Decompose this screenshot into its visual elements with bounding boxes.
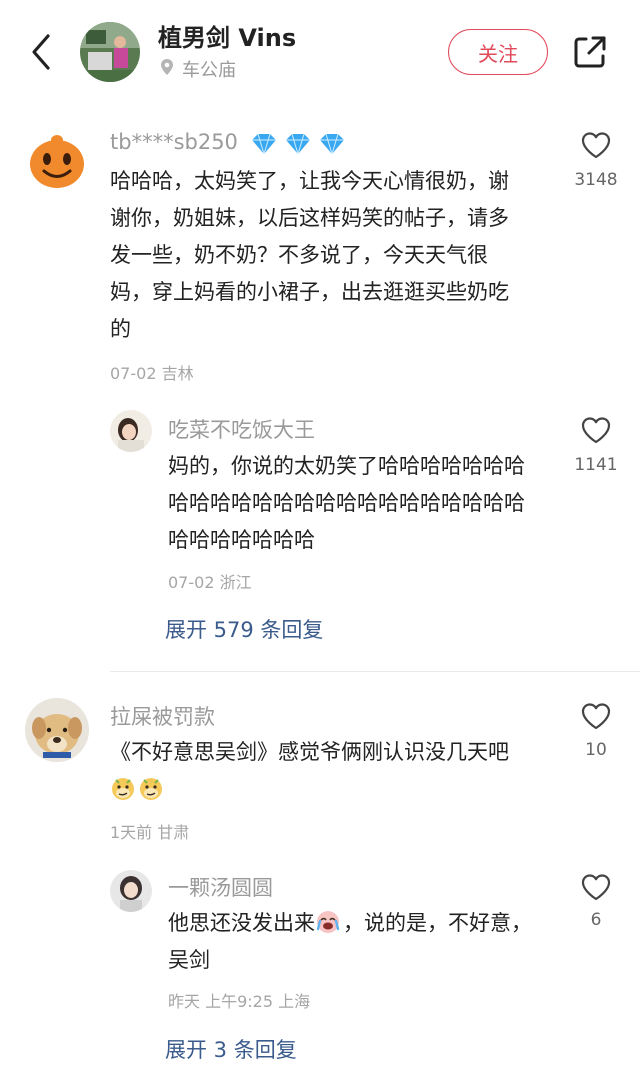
expand-replies-button[interactable]: 展开 579 条回复 bbox=[165, 614, 323, 644]
like-count: 6 bbox=[590, 910, 602, 930]
like-count: 1141 bbox=[574, 455, 618, 475]
reply-region: 上海 bbox=[278, 992, 311, 1011]
back-icon[interactable] bbox=[26, 30, 56, 74]
commenter-name[interactable]: tb****sb250 bbox=[110, 130, 238, 154]
avatar-image bbox=[25, 698, 89, 762]
comment-region: 吉林 bbox=[161, 364, 194, 383]
heart-outline-icon[interactable] bbox=[580, 130, 612, 160]
heart-outline-icon[interactable] bbox=[580, 872, 612, 902]
diamond-icon bbox=[252, 133, 276, 155]
replier-avatar[interactable] bbox=[110, 870, 152, 912]
comment-text-content: 《不好意思吴剑》感觉爷俩刚认识没几天吧 bbox=[110, 740, 509, 764]
reply-region: 浙江 bbox=[219, 573, 252, 592]
reply-date: 07-02 bbox=[168, 573, 215, 592]
comment-meta: 07-02 吉林 bbox=[110, 360, 194, 384]
heart-outline-icon[interactable] bbox=[580, 701, 612, 731]
follow-button[interactable]: 关注 bbox=[448, 29, 548, 75]
reply-text-part-1: 他思还没发出来 bbox=[168, 911, 315, 935]
like-count: 10 bbox=[585, 740, 607, 760]
commenter-name[interactable]: 拉屎被罚款 bbox=[110, 701, 215, 731]
share-icon[interactable] bbox=[572, 34, 608, 70]
comment-date: 07-02 bbox=[110, 364, 157, 383]
author-avatar-image bbox=[80, 22, 140, 82]
crying-laughing-emoji-icon bbox=[316, 911, 340, 933]
author-avatar[interactable] bbox=[80, 22, 140, 82]
avatar-image bbox=[25, 128, 89, 192]
divider bbox=[110, 671, 640, 672]
reply-date: 昨天 上午9:25 bbox=[168, 992, 274, 1011]
diamond-icon bbox=[286, 133, 310, 155]
comment-region: 甘肃 bbox=[157, 823, 190, 842]
smirk-emoji-icon bbox=[112, 778, 134, 800]
smirk-emoji-icon bbox=[140, 778, 162, 800]
commenter-avatar[interactable] bbox=[25, 698, 89, 762]
comment-text: 哈哈哈，太妈笑了，让我今天心情很奶，谢谢你，奶姐妹，以后这样妈笑的帖子，请多发一… bbox=[110, 169, 509, 341]
replier-avatar[interactable] bbox=[110, 410, 152, 452]
location-text[interactable]: 车公庙 bbox=[182, 56, 236, 82]
avatar-image bbox=[110, 410, 152, 452]
reply-meta: 昨天 上午9:25 上海 bbox=[168, 988, 310, 1012]
location-pin-icon bbox=[161, 59, 173, 75]
replier-name[interactable]: 一颗汤圆圆 bbox=[168, 872, 273, 902]
commenter-avatar[interactable] bbox=[25, 128, 89, 192]
replier-name[interactable]: 吃菜不吃饭大王 bbox=[168, 414, 315, 444]
comment-date: 1天前 bbox=[110, 823, 153, 842]
diamond-icon bbox=[320, 133, 344, 155]
expand-replies-button[interactable]: 展开 3 条回复 bbox=[165, 1034, 297, 1064]
vip-badges bbox=[248, 132, 348, 156]
reply-text: 妈的，你说的太奶笑了哈哈哈哈哈哈哈哈哈哈哈哈哈哈哈哈哈哈哈哈哈哈哈哈哈哈哈哈哈哈… bbox=[168, 454, 525, 552]
comment-meta: 1天前 甘肃 bbox=[110, 819, 189, 843]
author-name[interactable]: 植男剑 Vins bbox=[158, 18, 296, 53]
like-count: 3148 bbox=[574, 170, 618, 190]
heart-outline-icon[interactable] bbox=[580, 415, 612, 445]
reply-text: 他思还没发出来 ，说的是，不好意，吴剑 bbox=[168, 905, 548, 979]
comment-text: 《不好意思吴剑》感觉爷俩刚认识没几天吧 bbox=[110, 734, 530, 808]
avatar-image bbox=[110, 870, 152, 912]
reply-meta: 07-02 浙江 bbox=[168, 569, 252, 593]
